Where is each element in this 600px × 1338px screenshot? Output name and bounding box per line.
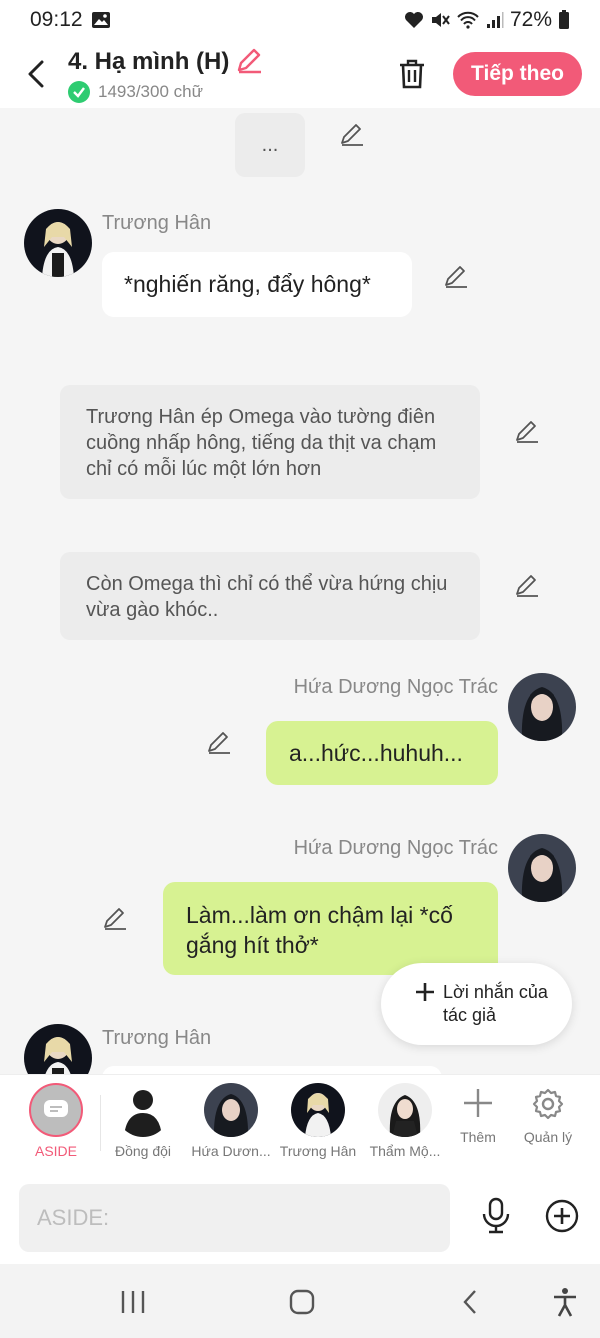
edit-message-icon[interactable] — [102, 905, 128, 936]
app-header: 4. Hạ mình (H) 1493/300 chữ Tiếp theo — [0, 40, 600, 108]
char-label: Hứa Dươn... — [191, 1143, 271, 1159]
edit-message-icon[interactable] — [443, 263, 469, 294]
char-label: Quản lý — [523, 1129, 573, 1145]
microphone-icon — [482, 1197, 510, 1234]
edit-message-icon[interactable] — [514, 418, 540, 449]
char-label: Trương Hân — [279, 1143, 357, 1159]
system-back-button[interactable] — [450, 1282, 490, 1322]
narration-text: Còn Omega thì chỉ có thể vừa hứng chịu v… — [86, 573, 448, 621]
chat-area[interactable]: ... Trương Hân *nghiến răng, đẩy hông* T… — [0, 108, 600, 1074]
accessibility-button[interactable] — [545, 1282, 585, 1322]
avatar — [204, 1083, 258, 1137]
add-attachment-button[interactable] — [540, 1194, 584, 1238]
plus-icon — [415, 979, 435, 1007]
edit-message-icon[interactable] — [514, 572, 540, 603]
character-bar: ASIDE Đồng đội Hứa Dươn... Trương Hân Th… — [0, 1074, 600, 1174]
avatar-hua-duong-ngoc-trac[interactable] — [508, 834, 576, 902]
battery-icon — [558, 10, 570, 30]
recent-apps-button[interactable] — [113, 1282, 153, 1322]
char-teammate[interactable]: Đồng đội — [98, 1083, 188, 1159]
sender-name: Hứa Dương Ngọc Trác — [293, 676, 498, 698]
char-label: Thẩm Mộ... — [369, 1143, 441, 1159]
microphone-button[interactable] — [474, 1194, 518, 1238]
char-truong-han[interactable]: Trương Hân — [273, 1083, 363, 1159]
circle-plus-icon — [545, 1199, 579, 1233]
avatar — [291, 1083, 345, 1137]
message-text: Làm...làm ơn chậm lại *cố gắng hít thở* — [186, 902, 453, 958]
check-icon — [68, 80, 90, 103]
page-title: 4. Hạ mình (H) — [68, 48, 230, 75]
recent-apps-icon — [121, 1291, 145, 1313]
gear-icon — [532, 1088, 564, 1120]
input-bar — [0, 1174, 600, 1264]
back-button[interactable] — [8, 44, 64, 104]
home-icon — [289, 1289, 315, 1315]
sender-name: Trương Hân — [102, 212, 212, 234]
narration-bubble[interactable]: Còn Omega thì chỉ có thể vừa hứng chịu v… — [60, 552, 480, 640]
narration-bubble[interactable]: Trương Hân ép Omega vào tường điên cuồng… — [60, 385, 480, 499]
system-nav-bar — [0, 1264, 600, 1338]
message-text: *nghiến răng, đẩy hông* — [124, 271, 371, 297]
chat-bubble-icon — [44, 1100, 68, 1117]
message-text: a...hức...huhuh... — [289, 739, 463, 766]
message-bubble[interactable]: a...hức...huhuh... — [266, 721, 498, 785]
home-button[interactable] — [282, 1282, 322, 1322]
author-note-label: Lời nhắn của tác giả — [443, 982, 548, 1025]
plus-icon — [464, 1089, 492, 1117]
accessibility-icon — [554, 1288, 576, 1317]
char-label: Thêm — [460, 1129, 496, 1145]
avatar-truong-han[interactable] — [24, 209, 92, 277]
sender-name: Hứa Dương Ngọc Trác — [293, 837, 498, 859]
status-time: 09:12 — [30, 8, 83, 31]
narration-text: Trương Hân ép Omega vào tường điên cuồng… — [86, 406, 437, 480]
edit-message-icon[interactable] — [339, 121, 365, 152]
heart-icon — [404, 11, 424, 29]
message-input[interactable] — [19, 1184, 450, 1252]
aside-avatar — [29, 1083, 83, 1137]
battery-text: 72% — [509, 8, 552, 31]
char-label: Đồng đội — [114, 1143, 172, 1159]
trash-icon — [400, 59, 425, 89]
char-hua-duong[interactable]: Hứa Dươn... — [186, 1083, 276, 1159]
word-count: 1493/300 chữ — [98, 81, 203, 101]
mute-icon — [430, 11, 450, 29]
delete-button[interactable] — [385, 47, 439, 101]
silhouette-icon — [116, 1083, 170, 1137]
message-bubble[interactable] — [102, 1066, 442, 1074]
message-bubble[interactable]: Làm...làm ơn chậm lại *cố gắng hít thở* — [163, 882, 498, 975]
signal-icon — [486, 11, 504, 29]
author-note-button[interactable]: Lời nhắn của tác giả — [381, 963, 572, 1045]
avatar — [378, 1083, 432, 1137]
gallery-icon — [91, 11, 111, 29]
message-bubble[interactable]: *nghiến răng, đẩy hông* — [102, 252, 412, 317]
avatar-truong-han[interactable] — [24, 1024, 92, 1074]
edit-message-icon[interactable] — [206, 729, 232, 760]
manage-button[interactable]: Quản lý — [503, 1087, 593, 1145]
wifi-icon — [456, 11, 480, 29]
message-text: ... — [261, 133, 279, 156]
status-bar: 09:12 72% — [0, 0, 600, 40]
next-button[interactable]: Tiếp theo — [453, 52, 582, 96]
message-bubble[interactable]: ... — [235, 113, 305, 177]
char-label: ASIDE — [34, 1143, 77, 1159]
chevron-left-icon — [28, 60, 44, 88]
avatar-hua-duong-ngoc-trac[interactable] — [508, 673, 576, 741]
back-arrow-icon — [463, 1290, 476, 1314]
edit-title-icon[interactable] — [235, 46, 263, 79]
char-aside[interactable]: ASIDE — [11, 1083, 101, 1159]
sender-name: Trương Hân — [102, 1027, 212, 1049]
